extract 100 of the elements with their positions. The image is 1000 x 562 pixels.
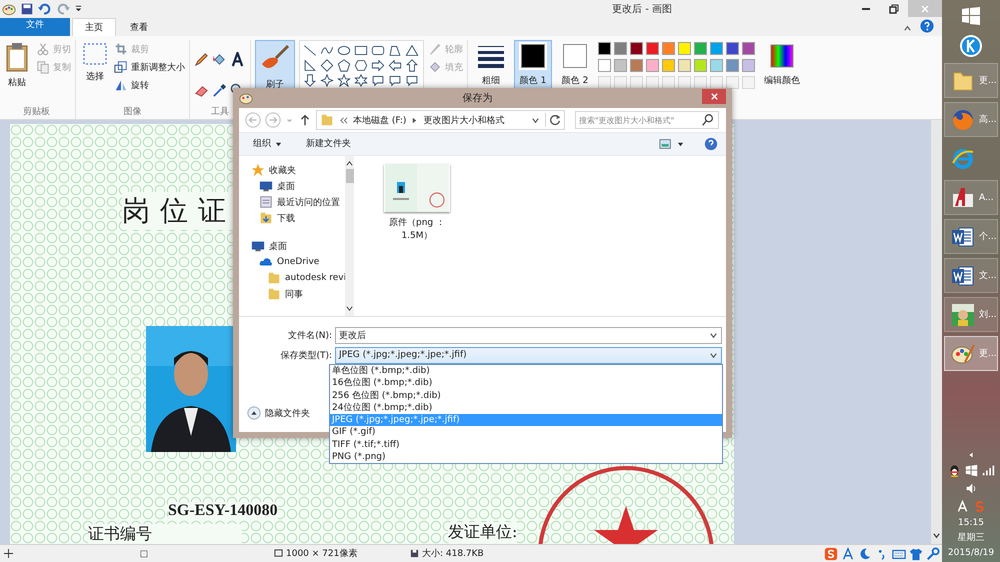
wrench-icon[interactable] (926, 546, 940, 560)
shape-icon[interactable] (354, 44, 368, 57)
empty-swatch[interactable] (614, 76, 627, 89)
shape-icon[interactable] (303, 74, 317, 87)
save-icon[interactable] (20, 2, 34, 16)
color-swatch[interactable] (710, 59, 723, 72)
color-button[interactable]: 颜色 2 (556, 40, 594, 100)
pencil-icon[interactable] (194, 52, 209, 67)
empty-swatch[interactable] (646, 76, 659, 89)
shape-icon[interactable] (303, 44, 317, 57)
input-language-icon[interactable] (956, 500, 969, 513)
taskbar-button[interactable]: 个... (944, 219, 998, 254)
text-icon[interactable] (230, 52, 245, 67)
tree-item[interactable]: 下载 (239, 210, 345, 226)
clock-day[interactable]: 星期三 (958, 533, 984, 543)
shape-icon[interactable] (303, 59, 317, 72)
empty-swatch[interactable] (678, 76, 691, 89)
shape-icon[interactable] (337, 44, 351, 57)
color-swatch[interactable] (630, 59, 643, 72)
shape-icon[interactable] (320, 59, 334, 72)
select-button[interactable]: 选择 (80, 40, 110, 105)
shape-icon[interactable] (337, 59, 351, 72)
tree-item[interactable]: 收藏夹 (239, 162, 345, 178)
font-icon[interactable] (841, 546, 855, 560)
volume-icon[interactable] (964, 482, 978, 495)
color-swatch[interactable] (662, 42, 675, 55)
shape-icon[interactable] (354, 74, 368, 87)
caret-icon[interactable] (677, 140, 684, 148)
color-swatch[interactable] (710, 42, 723, 55)
taskbar-button[interactable]: 刘... (944, 297, 998, 332)
shape-icon[interactable] (320, 74, 334, 87)
address-bar[interactable]: 本地磁盘 (F:) 更改图片大小和格式 (316, 110, 565, 130)
file-type-option[interactable]: TIFF (*.tif;*.tiff) (330, 438, 722, 452)
shape-icon[interactable] (405, 44, 419, 57)
scroll-down-icon[interactable] (346, 305, 353, 312)
shape-icon[interactable] (405, 74, 419, 87)
windows-flag-icon[interactable] (964, 464, 978, 477)
shape-icon[interactable] (388, 59, 402, 72)
clock-time[interactable]: 15:15 (958, 518, 984, 528)
double-chevron-icon[interactable] (339, 116, 348, 124)
empty-swatch[interactable] (710, 76, 723, 89)
shape-icon[interactable] (337, 74, 351, 87)
clock-date[interactable]: 2015/8/19 (948, 548, 994, 558)
color-swatch[interactable] (630, 42, 643, 55)
file-type-option[interactable]: 单色位图 (*.bmp;*.dib) (330, 365, 722, 378)
input-method-logo-icon[interactable] (973, 500, 986, 513)
view-icon[interactable] (659, 137, 673, 151)
chevron-icon[interactable] (967, 451, 975, 459)
caret-icon[interactable] (74, 4, 83, 13)
color-swatch[interactable] (646, 42, 659, 55)
color-swatch[interactable] (694, 59, 707, 72)
taskbar-button[interactable]: 更... (944, 63, 998, 98)
taskbar-button[interactable]: A... (944, 180, 998, 215)
tree-item[interactable]: 最近访问的位置 (239, 194, 345, 210)
shirt-icon[interactable] (909, 546, 923, 560)
scroll-up-icon[interactable] (346, 160, 353, 167)
breadcrumb-item[interactable]: 更改图片大小和格式 (423, 114, 504, 126)
file-type-option[interactable]: 24位位图 (*.bmp;*.dib) (330, 402, 722, 414)
scrollbar-thumb[interactable] (346, 169, 354, 183)
organize-button[interactable]: 组织 (251, 136, 284, 152)
search-field[interactable]: 搜索"更改图片大小和格式" (575, 111, 719, 129)
signal-icon[interactable] (982, 464, 994, 477)
tree-item[interactable]: 同事 (239, 286, 345, 302)
ribbon-tab[interactable]: 主页 (72, 18, 116, 36)
ribbon-button[interactable]: 旋转 (114, 78, 185, 92)
penguin-icon[interactable] (948, 464, 960, 477)
scroll-down-icon[interactable] (932, 531, 941, 540)
filename-field[interactable]: 更改后 (335, 326, 722, 344)
empty-swatch[interactable] (694, 76, 707, 89)
tree-item[interactable]: autodesk revi (239, 270, 345, 286)
tree-item[interactable]: OneDrive (239, 254, 345, 270)
color-swatch[interactable] (646, 59, 659, 72)
color-swatch[interactable] (598, 59, 611, 72)
fill-icon[interactable] (212, 52, 227, 67)
help-icon[interactable] (920, 19, 934, 33)
ribbon-tab[interactable]: 文件 (0, 18, 70, 36)
shape-icon[interactable] (388, 44, 402, 57)
edit-colors-button[interactable]: 编辑颜色 (759, 40, 805, 100)
file-type-dropdown[interactable]: JPEG (*.jpg;*.jpeg;*.jpe;*.jfif) (335, 346, 722, 364)
empty-swatch[interactable] (630, 76, 643, 89)
dropdown-icon[interactable] (531, 116, 540, 124)
file-type-option[interactable]: GIF (*.gif) (330, 426, 722, 439)
up-arrow-icon[interactable] (298, 113, 312, 127)
file-item[interactable]: 原件（png ：1.5M） (382, 164, 452, 242)
taskbar-button[interactable]: 高... (944, 102, 998, 137)
file-type-option[interactable]: 16色位图 (*.bmp;*.dib) (330, 377, 722, 390)
color-swatch[interactable] (678, 42, 691, 55)
ribbon-button[interactable]: 重新调整大小 (114, 60, 185, 74)
color-swatch[interactable] (742, 59, 755, 72)
color-swatch[interactable] (662, 59, 675, 72)
color-swatch[interactable] (694, 42, 707, 55)
file-type-option[interactable]: PNG (*.png) (330, 451, 722, 464)
hide-folders-button[interactable]: 隐藏文件夹 (247, 406, 310, 420)
shape-icon[interactable] (371, 74, 385, 87)
empty-swatch[interactable] (726, 76, 739, 89)
shape-icon[interactable] (371, 44, 385, 57)
empty-swatch[interactable] (598, 76, 611, 89)
breadcrumb-item[interactable]: 本地磁盘 (F:) (353, 114, 406, 126)
color-swatch[interactable] (614, 59, 627, 72)
color-swatch[interactable] (614, 42, 627, 55)
